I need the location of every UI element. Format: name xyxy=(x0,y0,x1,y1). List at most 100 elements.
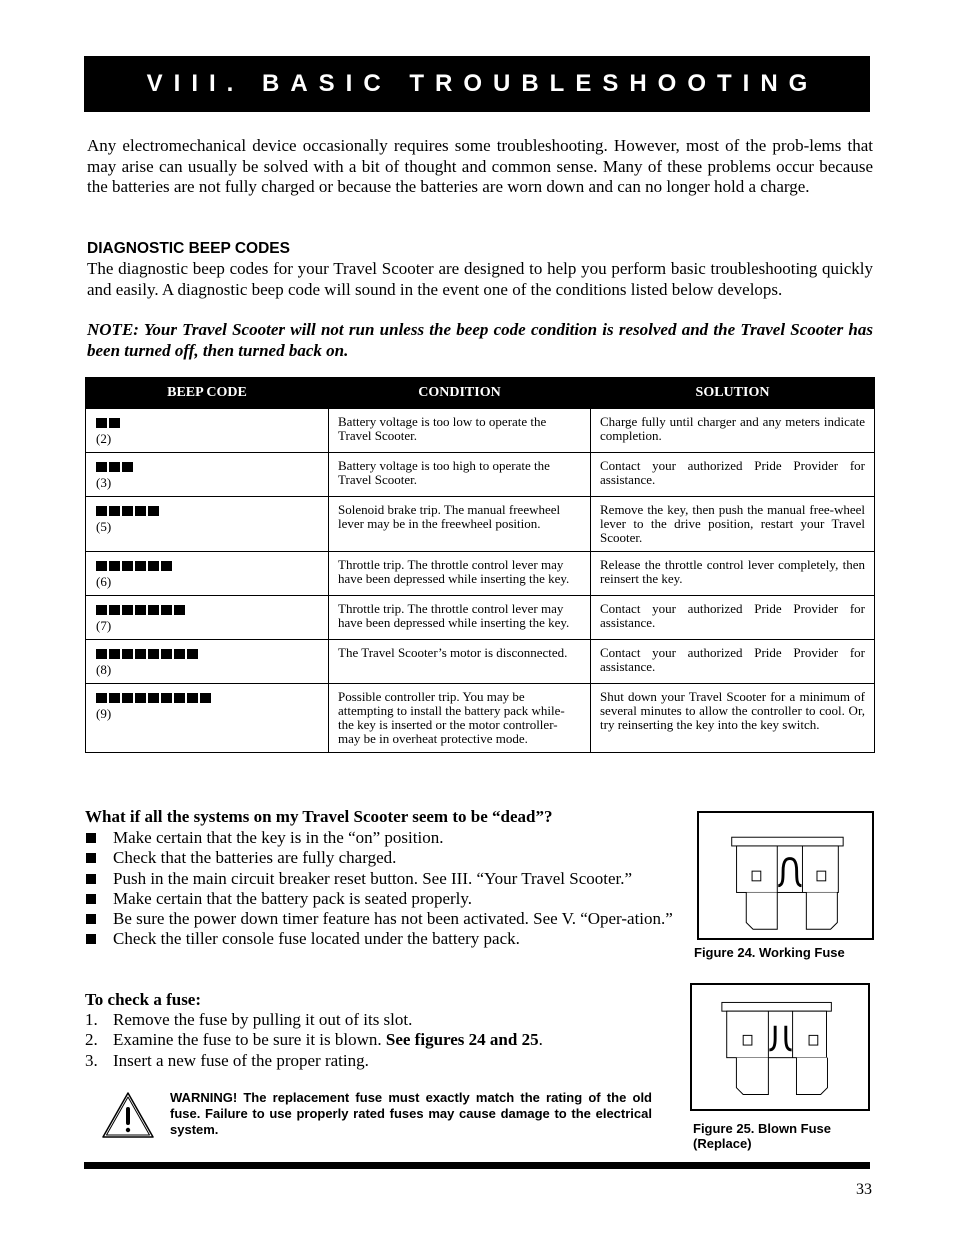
table-row: (5) Solenoid brake trip. The manual freew… xyxy=(85,496,875,552)
beep-square-icon xyxy=(148,693,159,703)
step-number: 3. xyxy=(85,1050,98,1070)
step-text-end: . xyxy=(538,1030,543,1050)
beep-square-icon xyxy=(135,506,146,516)
list-item-text: Be sure the power down timer feature has… xyxy=(113,909,673,929)
dead-systems-heading: What if all the systems on my Travel Sco… xyxy=(85,807,553,826)
beep-square-icon xyxy=(96,649,107,659)
condition-cell: Throttle trip. The throttle control leve… xyxy=(328,595,591,640)
beep-count: (6) xyxy=(96,574,112,589)
step-number: 1. xyxy=(85,1010,98,1029)
step-text: Remove the fuse by pulling it out of its… xyxy=(113,1010,413,1029)
beep-pattern xyxy=(96,693,319,704)
beep-square-icon xyxy=(148,605,159,615)
section-body: The diagnostic beep codes for your Trave… xyxy=(87,259,873,299)
solution-cell: Remove the key, then push the manual fre… xyxy=(590,496,875,552)
beep-square-icon xyxy=(135,693,146,703)
beep-square-icon xyxy=(174,693,185,703)
beep-square-icon xyxy=(135,649,146,659)
beep-pattern xyxy=(96,605,319,616)
beep-square-icon xyxy=(161,561,172,571)
beep-square-icon xyxy=(148,506,159,516)
beep-square-icon xyxy=(109,649,120,659)
table-row: (3) Battery voltage is too high to operat… xyxy=(85,452,875,497)
solution-cell: Contact your authorized Pride Provider f… xyxy=(590,452,875,497)
beep-pattern xyxy=(96,462,319,473)
blown-fuse-illustration xyxy=(721,1001,832,1095)
list-item-text: Make certain that the key is in the “on”… xyxy=(113,828,444,847)
square-bullet-icon xyxy=(86,873,96,884)
beep-code-cell: (9) xyxy=(85,683,329,753)
beep-count: (5) xyxy=(96,519,112,534)
beep-square-icon xyxy=(122,506,133,516)
beep-square-icon xyxy=(161,693,172,703)
beep-code-cell: (3) xyxy=(85,452,329,497)
beep-square-icon xyxy=(135,605,146,615)
solution-cell: Contact your authorized Pride Provider f… xyxy=(590,639,875,684)
beep-square-icon xyxy=(148,561,159,571)
solution-cell: Charge fully until charger and any meter… xyxy=(590,408,875,453)
list-item: Check the tiller console fuse located un… xyxy=(85,929,685,949)
beep-square-icon xyxy=(96,561,107,571)
table-row: (7) Throttle trip. The throttle control l… xyxy=(85,595,875,640)
beep-code-cell: (7) xyxy=(85,595,329,640)
beep-square-icon xyxy=(109,506,120,516)
beep-square-icon xyxy=(122,693,133,703)
beep-square-icon xyxy=(109,462,120,472)
beep-count: (3) xyxy=(96,475,112,490)
warning-triangle-icon xyxy=(102,1092,154,1138)
square-bullet-icon xyxy=(86,833,96,843)
beep-square-icon xyxy=(96,605,107,615)
solution-cell: Release the throttle control lever compl… xyxy=(590,551,875,596)
beep-pattern xyxy=(96,506,319,517)
beep-square-icon xyxy=(109,605,120,615)
header-beep-code: BEEP CODE xyxy=(85,377,329,409)
beep-square-icon xyxy=(161,649,172,659)
beep-count: (9) xyxy=(96,706,112,721)
step-item: 1. Remove the fuse by pulling it out of i… xyxy=(85,1010,685,1030)
condition-cell: Throttle trip. The throttle control leve… xyxy=(328,551,591,596)
beep-square-icon xyxy=(148,649,159,659)
condition-cell: Battery voltage is too high to operate t… xyxy=(328,452,591,497)
working-fuse-illustration xyxy=(731,836,844,930)
chapter-title: VIII. BASIC TROUBLESHOOTING xyxy=(146,70,819,97)
figure-blown-fuse xyxy=(690,983,870,1111)
square-bullet-icon xyxy=(86,914,96,925)
beep-square-icon xyxy=(174,605,185,615)
square-bullet-icon xyxy=(86,893,96,904)
list-item: Be sure the power down timer feature has… xyxy=(85,909,685,929)
beep-code-cell: (5) xyxy=(85,496,329,552)
table-header-row: BEEP CODE CONDITION SOLUTION xyxy=(85,377,875,409)
figure-reference: See figures 24 and 25 xyxy=(385,1030,539,1050)
beep-square-icon xyxy=(109,693,120,703)
step-text: Insert a new fuse of the proper rating. xyxy=(113,1050,369,1070)
beep-count: (8) xyxy=(96,662,112,677)
beep-square-icon xyxy=(200,693,211,703)
table-row: (8) The Travel Scooter’s motor is disconn… xyxy=(85,639,875,684)
beep-square-icon xyxy=(187,693,198,703)
warning-text: WARNING! The replacement fuse must exact… xyxy=(170,1090,652,1137)
beep-count: (2) xyxy=(96,431,112,446)
list-item-text: Make certain that the battery pack is se… xyxy=(113,888,473,908)
header-solution: SOLUTION xyxy=(590,377,875,409)
beep-square-icon xyxy=(122,649,133,659)
beep-square-icon xyxy=(122,561,133,571)
check-fuse-heading: To check a fuse: xyxy=(85,990,202,1009)
beep-code-cell: (6) xyxy=(85,551,329,596)
beep-square-icon xyxy=(161,605,172,615)
step-item: 3. Insert a new fuse of the proper rating… xyxy=(85,1051,685,1071)
beep-square-icon xyxy=(122,462,133,472)
square-bullet-icon xyxy=(86,853,96,864)
condition-cell: The Travel Scooter’s motor is disconnect… xyxy=(328,639,591,684)
figure-24-caption: Figure 24. Working Fuse xyxy=(694,945,845,960)
note-paragraph: NOTE: Your Travel Scooter will not run u… xyxy=(87,320,873,360)
figure-working-fuse xyxy=(697,811,874,940)
solution-cell: Contact your authorized Pride Provider f… xyxy=(590,595,875,640)
step-number: 2. xyxy=(85,1030,98,1050)
list-item: Push in the main circuit breaker reset b… xyxy=(85,869,685,889)
beep-count: (7) xyxy=(96,618,112,633)
table-row: (2) Battery voltage is too low to operate… xyxy=(85,408,875,453)
beep-square-icon xyxy=(96,418,107,428)
beep-square-icon xyxy=(135,561,146,571)
warning-box: WARNING! The replacement fuse must exact… xyxy=(100,1090,652,1140)
list-item: Check that the batteries are fully charg… xyxy=(85,848,685,868)
